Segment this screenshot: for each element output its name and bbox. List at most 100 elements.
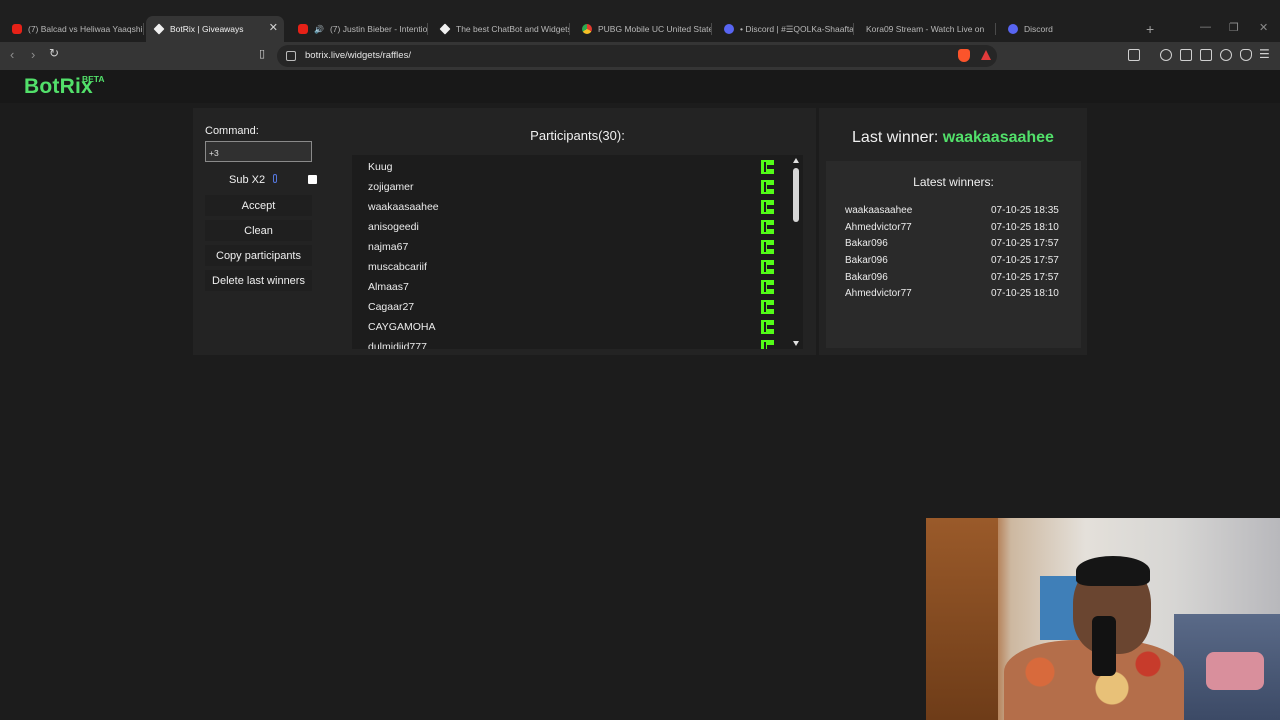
menu-icon[interactable]: ☰ xyxy=(1259,47,1270,61)
webcam-pillow xyxy=(1206,652,1264,690)
kick-icon xyxy=(761,260,774,274)
webcam-overlay xyxy=(926,518,1280,720)
info-icon xyxy=(273,174,277,183)
winner-date: 07-10-25 18:35 xyxy=(991,205,1059,216)
tab-label: (7) Justin Bieber - Intentions xyxy=(329,24,428,34)
wallet-icon[interactable] xyxy=(1200,49,1212,61)
kick-icon xyxy=(761,160,774,174)
tab-label: Kora09 Stream - Watch Live on xyxy=(866,24,985,34)
participant-name: waakaasaahee xyxy=(368,201,439,213)
participant-name: dulmidiid777 xyxy=(368,341,427,349)
winner-name: Bakar096 xyxy=(845,272,888,283)
participant-name: Cagaar27 xyxy=(368,301,415,313)
reload-icon[interactable]: ↻ xyxy=(49,46,59,60)
kick-icon xyxy=(761,320,774,334)
discord-icon xyxy=(1008,24,1018,34)
participants-list[interactable]: Kuug zojigamer waakaasaahee anisogeedi n… xyxy=(352,155,803,349)
restore-icon[interactable]: ❐ xyxy=(1229,21,1239,34)
kick-icon xyxy=(761,280,774,294)
url-text[interactable]: botrix.live/widgets/raffles/ xyxy=(305,50,411,61)
scroll-down-arrow[interactable] xyxy=(793,341,799,346)
last-winner-label: Last winner: xyxy=(852,129,943,146)
winner-name: waakaasaahee xyxy=(845,205,913,216)
youtube-icon xyxy=(298,24,308,34)
accept-button[interactable]: Accept xyxy=(205,195,312,216)
discord-icon xyxy=(724,24,734,34)
botrix-icon xyxy=(153,23,165,35)
beta-badge: BETA xyxy=(82,74,105,84)
site-info-icon[interactable] xyxy=(286,51,296,61)
command-input[interactable]: +3 xyxy=(205,141,312,162)
tab-botrix-chatbot[interactable]: The best ChatBot and Widgets xyxy=(432,18,570,40)
winner-date: 07-10-25 17:57 xyxy=(991,255,1059,266)
tab-justin-bieber[interactable]: 🔊 (7) Justin Bieber - Intentions xyxy=(290,18,428,40)
kick-icon xyxy=(761,180,774,194)
screenshot-icon[interactable] xyxy=(1128,49,1140,61)
winner-name: Ahmedvictor77 xyxy=(845,288,912,299)
tab-label: The best ChatBot and Widgets xyxy=(456,24,570,34)
kick-icon xyxy=(761,240,774,254)
botrix-icon xyxy=(439,23,451,35)
sub-x2-label: Sub X2 xyxy=(229,174,266,186)
microphone-icon xyxy=(1092,616,1116,676)
sub-x2-checkbox[interactable] xyxy=(308,175,317,184)
close-window-icon[interactable]: ✕ xyxy=(1259,21,1268,34)
participant-name: Almaas7 xyxy=(368,281,409,293)
browser-toolbar: ‹ › ↻ ▯ botrix.live/widgets/raffles/ xyxy=(0,42,1280,70)
tab-label: PUBG Mobile UC United States xyxy=(598,24,712,34)
new-tab-icon[interactable]: + xyxy=(1146,21,1154,37)
browser-tab-strip: (7) Balcad vs Heliwaa Yaaqshiid BotRix |… xyxy=(0,0,1280,42)
copy-participants-button[interactable]: Copy participants xyxy=(205,245,312,266)
media-icon[interactable] xyxy=(1160,49,1172,61)
bookmark-icon[interactable]: ▯ xyxy=(259,47,265,60)
winner-date: 07-10-25 18:10 xyxy=(991,288,1059,299)
latest-winners-title: Latest winners: xyxy=(913,175,994,189)
kick-icon xyxy=(761,340,774,349)
kick-icon xyxy=(761,300,774,314)
speaker-icon[interactable]: 🔊 xyxy=(314,25,324,34)
leo-ai-icon[interactable] xyxy=(1220,49,1232,61)
participant-name: najma67 xyxy=(368,241,409,253)
scroll-up-arrow[interactable] xyxy=(793,158,799,163)
last-winner-name: waakaasaahee xyxy=(942,129,1054,146)
brave-rewards-icon[interactable] xyxy=(981,50,991,60)
tab-discord-channel[interactable]: • Discord | #☰QOLKa-Shaafta xyxy=(716,18,854,40)
sidebar-icon[interactable] xyxy=(1180,49,1192,61)
winner-name: Bakar096 xyxy=(845,255,888,266)
command-label: Command: xyxy=(205,125,259,137)
participant-name: muscabcariif xyxy=(368,261,427,273)
delete-last-winners-button[interactable]: Delete last winners xyxy=(205,270,312,291)
tab-label: • Discord | #☰QOLKa-Shaafta xyxy=(740,23,854,34)
winner-date: 07-10-25 18:10 xyxy=(991,222,1059,233)
tab-botrix-giveaways[interactable]: BotRix | Giveaways ✕ xyxy=(146,16,284,42)
close-icon[interactable]: ✕ xyxy=(269,21,278,34)
tab-label: BotRix | Giveaways xyxy=(170,24,244,34)
tab-pubg-uc[interactable]: PUBG Mobile UC United States xyxy=(574,18,712,40)
site-header: BotRix BETA xyxy=(0,70,1280,103)
tab-discord[interactable]: Discord xyxy=(1000,18,1138,40)
scrollbar-thumb[interactable] xyxy=(793,168,799,222)
chrome-icon xyxy=(582,24,592,34)
last-winner-heading: Last winner: waakaasaahee xyxy=(819,129,1087,147)
brave-shields-icon[interactable] xyxy=(958,49,970,62)
clean-button[interactable]: Clean xyxy=(205,220,312,241)
forward-icon[interactable]: › xyxy=(31,47,35,62)
tab-label: Discord xyxy=(1024,24,1053,34)
winner-name: Bakar096 xyxy=(845,238,888,249)
participants-title: Participants(30): xyxy=(530,128,625,143)
winner-date: 07-10-25 17:57 xyxy=(991,238,1059,249)
webcam-person-hair xyxy=(1076,556,1150,586)
kick-icon xyxy=(761,220,774,234)
participant-name: zojigamer xyxy=(368,181,414,193)
tab-label: (7) Balcad vs Heliwaa Yaaqshiid xyxy=(28,24,144,34)
tab-kick-stream[interactable]: Kora09 Stream - Watch Live on xyxy=(858,18,996,40)
vpn-icon[interactable] xyxy=(1240,49,1252,61)
winner-date: 07-10-25 17:57 xyxy=(991,272,1059,283)
minimize-icon[interactable]: — xyxy=(1200,21,1211,33)
participant-name: anisogeedi xyxy=(368,221,419,233)
address-bar[interactable]: botrix.live/widgets/raffles/ xyxy=(277,45,997,67)
back-icon[interactable]: ‹ xyxy=(10,47,14,62)
kick-icon xyxy=(761,200,774,214)
winner-name: Ahmedvictor77 xyxy=(845,222,912,233)
tab-balcad[interactable]: (7) Balcad vs Heliwaa Yaaqshiid xyxy=(4,18,144,40)
